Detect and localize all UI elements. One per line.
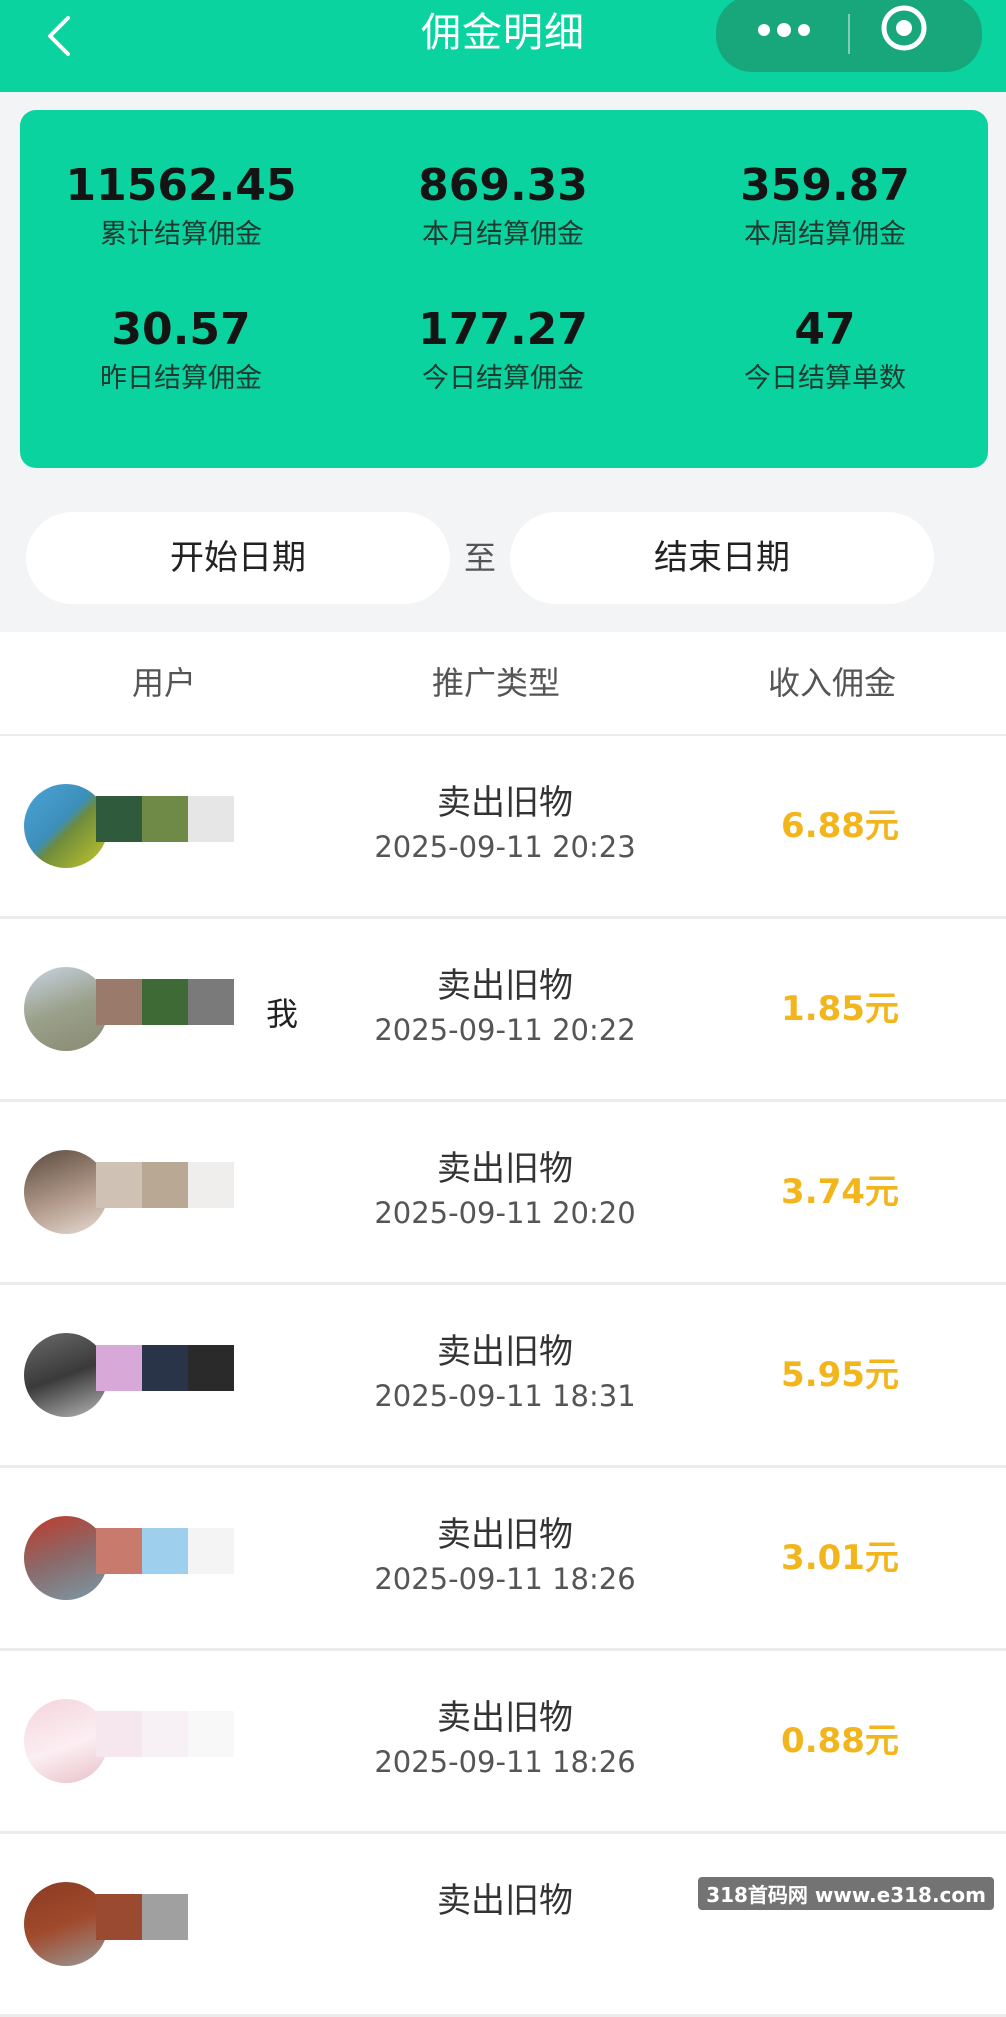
commission-amount: 1.85元	[781, 989, 899, 1029]
order-time: 2025-09-11 20:22	[374, 1013, 636, 1047]
site-watermark: 318首码网 www.e318.com	[698, 1877, 994, 1910]
column-header-type: 推广类型	[432, 664, 561, 702]
table-row[interactable]: 卖出旧物	[0, 1834, 1006, 2017]
commission-amount: 3.01元	[781, 1538, 899, 1578]
table-row[interactable]: 卖出旧物 2025-09-11 18:31 5.95元	[0, 1285, 1006, 1468]
start-date-picker[interactable]: 开始日期	[26, 512, 450, 604]
table-header: 用户 推广类型 收入佣金	[0, 632, 1006, 736]
order-time: 2025-09-11 18:31	[374, 1379, 636, 1413]
commission-stats-card: 11562.45 累计结算佣金 869.33 本月结算佣金 359.87 本周结…	[20, 110, 988, 468]
commission-amount: 0.88元	[781, 1721, 899, 1761]
table-row[interactable]: 卖出旧物 2025-09-11 20:20 3.74元	[0, 1102, 1006, 1285]
promotion-type: 卖出旧物	[437, 1698, 573, 1738]
order-time: 2025-09-11 18:26	[374, 1562, 636, 1596]
commission-amount: 5.95元	[781, 1355, 899, 1395]
close-button[interactable]	[850, 0, 982, 72]
stat-value: 177.27	[418, 304, 588, 355]
mini-program-capsule	[716, 0, 982, 72]
table-row[interactable]: 卖出旧物 2025-09-11 20:23 6.88元	[0, 736, 1006, 919]
stat-today: 177.27 今日结算佣金	[342, 302, 664, 398]
table-row[interactable]: 卖出旧物 2025-09-11 18:26 0.88元	[0, 1651, 1006, 1834]
promotion-type: 卖出旧物	[437, 783, 573, 823]
date-separator: 至	[463, 539, 496, 577]
table-row[interactable]: 我 卖出旧物 2025-09-11 20:22 1.85元	[0, 919, 1006, 1102]
stat-value: 359.87	[740, 160, 910, 211]
stat-label: 累计结算佣金	[100, 219, 262, 250]
nav-bar: 佣金明细	[0, 0, 1006, 92]
commission-amount: 6.88元	[781, 806, 899, 846]
stat-value: 11562.45	[65, 160, 297, 211]
commission-amount: 3.74元	[781, 1172, 899, 1212]
promotion-type: 卖出旧物	[437, 1149, 573, 1189]
column-header-commission: 收入佣金	[768, 664, 897, 702]
end-date-picker[interactable]: 结束日期	[510, 512, 934, 604]
stat-week: 359.87 本周结算佣金	[664, 158, 986, 254]
promotion-type: 卖出旧物	[437, 966, 573, 1006]
stat-label: 本周结算佣金	[744, 219, 906, 250]
target-circle-icon	[881, 5, 927, 51]
stat-total: 11562.45 累计结算佣金	[20, 158, 342, 254]
stat-value: 30.57	[111, 304, 251, 355]
table-row[interactable]: 卖出旧物 2025-09-11 18:26 3.01元	[0, 1468, 1006, 1651]
column-header-user: 用户	[132, 664, 197, 702]
stat-label: 今日结算单数	[744, 363, 906, 394]
promotion-type: 卖出旧物	[437, 1881, 573, 1921]
stat-today-orders: 47 今日结算单数	[664, 302, 986, 398]
stat-month: 869.33 本月结算佣金	[342, 158, 664, 254]
more-dots-icon	[758, 23, 810, 37]
username: 我	[266, 995, 299, 1033]
stat-label: 昨日结算佣金	[100, 363, 262, 394]
order-time: 2025-09-11 20:23	[374, 830, 636, 864]
date-filter: 开始日期 至 结束日期	[0, 512, 1006, 608]
stat-value: 869.33	[418, 160, 588, 211]
promotion-type: 卖出旧物	[437, 1332, 573, 1372]
promotion-type: 卖出旧物	[437, 1515, 573, 1555]
more-button[interactable]	[716, 0, 848, 72]
stat-value: 47	[794, 304, 856, 355]
order-time: 2025-09-11 20:20	[374, 1196, 636, 1230]
order-time: 2025-09-11 18:26	[374, 1745, 636, 1779]
stat-yesterday: 30.57 昨日结算佣金	[20, 302, 342, 398]
stat-label: 今日结算佣金	[422, 363, 584, 394]
stat-label: 本月结算佣金	[422, 219, 584, 250]
